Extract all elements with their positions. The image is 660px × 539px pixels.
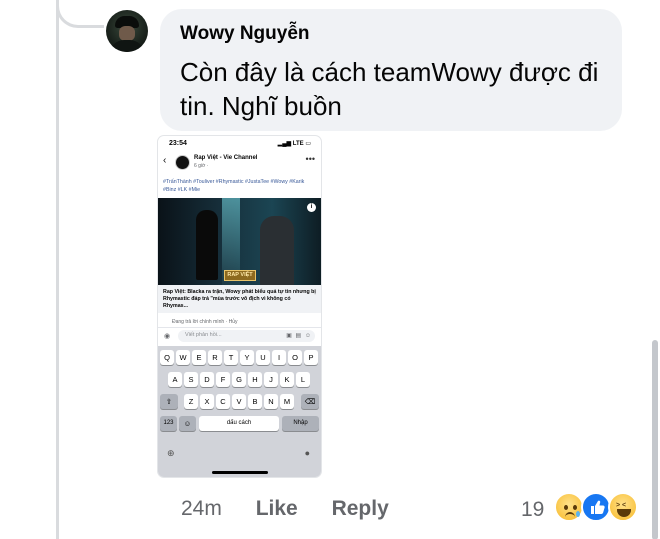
key: J (264, 372, 278, 387)
key: D (200, 372, 214, 387)
key: F (216, 372, 230, 387)
attached-screenshot[interactable]: 23:54 ▂▄▆ LTE ▭ ‹ Rap Việt - Vie Channel… (158, 136, 321, 477)
key: X (200, 394, 214, 409)
reply-note: Đang trả lời chính mình · Hủy (172, 319, 238, 325)
home-indicator (212, 471, 268, 474)
phone-status-bar: 23:54 ▂▄▆ LTE ▭ (158, 136, 321, 152)
like-reaction-icon (581, 492, 611, 522)
like-button[interactable]: Like (256, 497, 298, 520)
more-options-icon: ••• (305, 154, 315, 164)
comment-bubble: Wowy Nguyễn Còn đây là cách teamWowy đượ… (160, 9, 622, 131)
sticker-gif-emoji-icons: ▣ ▤ ☺ (286, 333, 312, 339)
avatar-body-shape (110, 40, 144, 52)
avatar-face-shape (119, 26, 135, 41)
key: O (288, 350, 302, 365)
key: L (296, 372, 310, 387)
key: T (224, 350, 238, 365)
comment-actions: 24m Like Reply (181, 497, 417, 521)
return-key: Nhập (282, 416, 319, 431)
numbers-key: 123 (160, 416, 177, 431)
scrollbar-thumb[interactable] (652, 340, 658, 539)
reaction-count: 19 (521, 498, 545, 521)
post-link-caption: Rap Việt: Blacka ra trận, Wowy phát biểu… (158, 285, 321, 313)
phone-status-time: 23:54 (169, 140, 187, 147)
key: Z (184, 394, 198, 409)
reply-bar: ◉ Viết phản hồi... ▣ ▤ ☺ (158, 327, 321, 344)
key: K (280, 372, 294, 387)
shift-key-icon: ⇧ (160, 394, 178, 409)
reply-placeholder: Viết phản hồi... (185, 332, 222, 338)
phone-status-signal: ▂▄▆ LTE ▭ (277, 141, 311, 147)
key: C (216, 394, 230, 409)
post-video-thumbnail: RAP VIỆT i (158, 198, 321, 285)
keyboard-row-3: ⇧ Z X C V B N M ⌫ (158, 394, 321, 410)
emoji-key-icon: ☺ (179, 416, 196, 431)
key: M (280, 394, 294, 409)
key: G (232, 372, 246, 387)
keyboard-row-2: A S D F G H J K L (158, 372, 321, 388)
key: E (192, 350, 206, 365)
key: H (248, 372, 262, 387)
backspace-key-icon: ⌫ (301, 394, 319, 409)
key: Q (160, 350, 174, 365)
keyboard-row-4: 123 ☺ dấu cách Nhập (158, 416, 321, 432)
key: V (232, 394, 246, 409)
page-avatar (175, 155, 190, 170)
key: R (208, 350, 222, 365)
thread-branch-line (56, 0, 104, 28)
key: B (248, 394, 262, 409)
reply-button[interactable]: Reply (332, 497, 389, 520)
sad-reaction-icon (554, 492, 584, 522)
phone-keyboard: Q W E R T Y U I O P A S D F G H J K L ⇧ … (158, 346, 321, 477)
author-avatar[interactable] (106, 10, 148, 52)
key: U (256, 350, 270, 365)
comment-author-name[interactable]: Wowy Nguyễn (180, 23, 602, 45)
space-key: dấu cách (199, 416, 279, 431)
key: N (264, 394, 278, 409)
post-hashtags: #TrấnThành #Touliver #Rhymastic #JustaTe… (163, 179, 305, 193)
post-header: ‹ Rap Việt - Vie Channel 6 giờ · ••• (158, 152, 321, 172)
comment-text: Còn đây là cách teamWowy được đi tin. Ng… (180, 57, 599, 121)
key: A (168, 372, 182, 387)
key: S (184, 372, 198, 387)
reply-field: Viết phản hồi... ▣ ▤ ☺ (178, 330, 315, 342)
comment-timestamp[interactable]: 24m (181, 497, 222, 520)
show-logo: RAP VIỆT (224, 270, 256, 281)
page-name: Rap Việt - Vie Channel (194, 155, 258, 161)
judge-silhouette (260, 216, 294, 285)
haha-reaction-icon: > < (608, 492, 638, 522)
keyboard-row-1: Q W E R T Y U I O P (158, 350, 321, 366)
key: P (304, 350, 318, 365)
microphone-icon: ● (304, 448, 310, 458)
back-arrow-icon: ‹ (163, 155, 167, 166)
camera-icon: ◉ (164, 333, 171, 340)
globe-icon: ⊕ (167, 448, 175, 458)
thread-line (56, 0, 59, 539)
post-time: 6 giờ · (194, 163, 209, 169)
key: W (176, 350, 190, 365)
performer-silhouette (196, 210, 218, 280)
key: Y (240, 350, 254, 365)
info-icon: i (307, 203, 316, 212)
key: I (272, 350, 286, 365)
